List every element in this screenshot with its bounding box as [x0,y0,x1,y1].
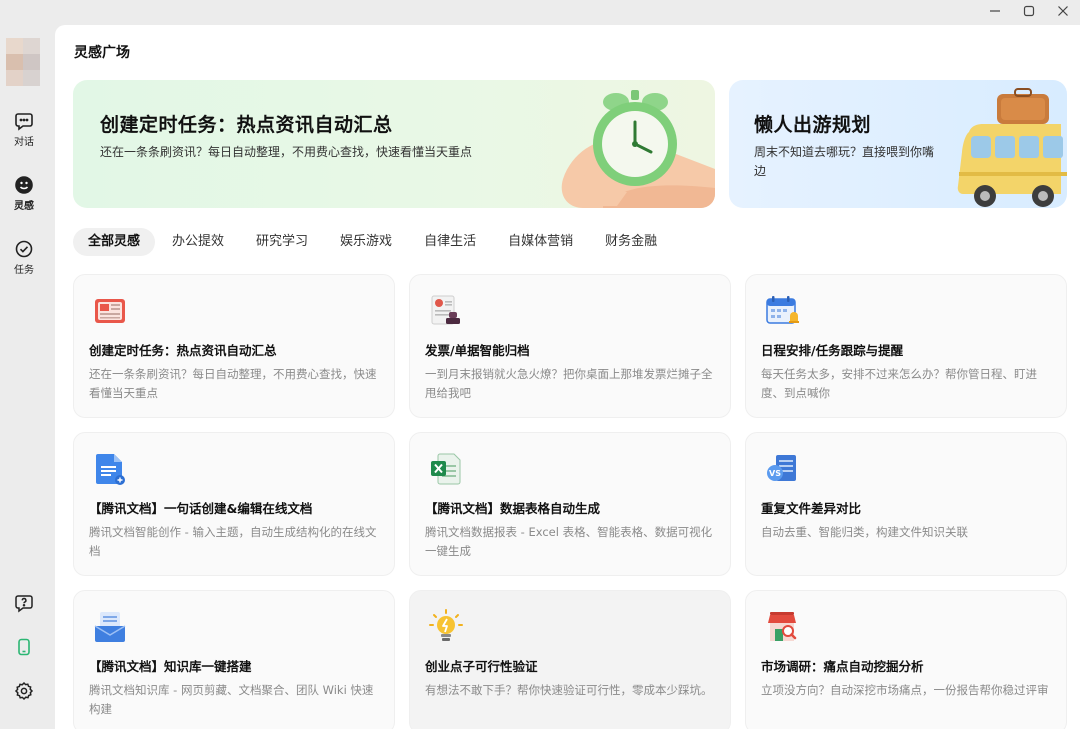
card-desc: 一到月末报销就火急火燎？把你桌面上那堆发票烂摊子全甩给我吧 [425,367,713,400]
alarm-clock-hand-illustration [561,90,715,208]
banner-title: 懒人出游规划 [754,114,872,136]
card-desc: 腾讯文档智能创作 - 输入主题，自动生成结构化的在线文档 [89,525,377,558]
card-title: 创业点子可行性验证 [425,659,538,674]
sidebar-item-label: 对话 [14,137,34,148]
sidebar-item-tasks[interactable]: 任务 [0,239,48,276]
card-knowledge-base[interactable]: 【腾讯文档】知识库一键搭建 腾讯文档知识库 - 网页剪藏、文档聚合、团队 Wik… [73,590,395,729]
card-desc: 腾讯文档知识库 - 网页剪藏、文档聚合、团队 Wiki 快速构建 [89,683,374,716]
card-tencent-docs-create[interactable]: 【腾讯文档】一句话创建&编辑在线文档 腾讯文档智能创作 - 输入主题，自动生成结… [73,432,395,576]
card-title: 【腾讯文档】数据表格自动生成 [425,501,601,516]
close-button[interactable] [1046,0,1080,22]
check-circle-icon [15,240,33,258]
card-invoice-archive[interactable]: 发票/单据智能归档 一到月末报销就火急火燎？把你桌面上那堆发票烂摊子全甩给我吧 [409,274,731,418]
tab-all[interactable]: 全部灵感 [73,228,156,256]
banner-desc: 还在一条条刷资讯？每日自动整理，不用费心查找，快速看懂当天重点 [100,145,473,159]
invoice-stamp-icon [431,295,460,325]
banner-travel-plan[interactable]: 懒人出游规划 周末不知道去哪玩？直接喂到你嘴边 [729,80,1067,208]
document-icon [96,454,125,485]
market-research-icon [768,612,797,641]
tab-media-marketing[interactable]: 自媒体营销 [493,228,588,256]
van-luggage-illustration [957,88,1067,207]
file-compare-icon: VS [767,455,796,481]
sidebar: 对话 灵感 任务 [0,0,55,729]
card-startup-validation[interactable]: 创业点子可行性验证 有想法不敢下手？帮你快速验证可行性，零成本少踩坑。 [409,590,731,729]
lightbulb-icon [429,609,463,641]
minimize-button[interactable] [978,0,1012,22]
tab-finance[interactable]: 财务金融 [590,228,672,256]
minimize-icon [990,10,1000,12]
maximize-button[interactable] [1012,0,1046,22]
card-desc: 腾讯文档数据报表 - Excel 表格、智能表格、数据可视化一键生成 [425,525,713,558]
card-desc: 还在一条条刷资讯？每日自动整理，不用费心查找，快速看懂当天重点 [89,367,377,400]
newspaper-icon [95,299,125,323]
banner-desc: 周末不知道去哪玩？直接喂到你嘴边 [754,145,935,178]
sidebar-item-chat[interactable]: 对话 [0,111,48,148]
avatar[interactable] [6,38,40,86]
page-title: 灵感广场 [74,45,130,61]
gear-icon [14,681,34,701]
help-button[interactable] [12,591,36,615]
category-tabs: 全部灵感 办公提效 研究学习 娱乐游戏 自律生活 自媒体营销 财务金融 [73,228,674,256]
tab-entertainment[interactable]: 娱乐游戏 [325,228,407,256]
card-title: 发票/单据智能归档 [425,343,530,358]
tab-lifestyle[interactable]: 自律生活 [409,228,491,256]
main-panel: 灵感广场 创建定时任务：热点资讯自动汇总 还在一条条刷资讯？每日自动整理，不用费… [55,25,1080,729]
sidebar-item-label: 灵感 [14,201,34,212]
banner-title: 创建定时任务：热点资讯自动汇总 [100,114,393,136]
card-title: 重复文件差异对比 [761,501,862,516]
spreadsheet-icon [431,453,461,485]
sidebar-item-inspiration[interactable]: 灵感 [0,175,48,212]
maximize-icon [1023,5,1035,17]
card-desc: 有想法不敢下手？帮你快速验证可行性，零成本少踩坑。 [425,683,713,697]
phone-button[interactable] [12,635,36,659]
help-icon [15,595,33,613]
close-icon [1058,6,1068,16]
svg-text:VS: VS [769,469,781,478]
card-schedule-reminder[interactable]: 日程安排/任务跟踪与提醒 每天任务太多，安排不过来怎么办？帮你管日程、盯进度、到… [745,274,1067,418]
banner-scheduled-news[interactable]: 创建定时任务：热点资讯自动汇总 还在一条条刷资讯？每日自动整理，不用费心查找，快… [73,80,715,208]
card-title: 市场调研：痛点自动挖掘分析 [761,659,924,674]
tab-research[interactable]: 研究学习 [241,228,323,256]
sidebar-item-label: 任务 [14,265,34,276]
tab-office[interactable]: 办公提效 [157,228,239,256]
card-desc: 立项没方向？自动深挖市场痛点，一份报告帮你稳过评审 [761,683,1049,697]
card-title: 创建定时任务：热点资讯自动汇总 [89,343,277,358]
chat-bubble-icon [15,113,33,131]
card-desc: 每天任务太多，安排不过来怎么办？帮你管日程、盯进度、到点喊你 [761,367,1037,400]
card-title: 【腾讯文档】知识库一键搭建 [89,659,252,674]
smiley-icon [15,176,33,194]
window-controls [978,0,1080,24]
calendar-bell-icon [766,296,799,324]
settings-button[interactable] [12,679,36,703]
phone-icon [18,638,30,656]
card-title: 【腾讯文档】一句话创建&编辑在线文档 [89,501,313,516]
knowledge-base-icon [94,612,126,642]
card-market-research[interactable]: 市场调研：痛点自动挖掘分析 立项没方向？自动深挖市场痛点，一份报告帮你稳过评审 [745,590,1067,729]
card-news-summary[interactable]: 创建定时任务：热点资讯自动汇总 还在一条条刷资讯？每日自动整理，不用费心查找，快… [73,274,395,418]
card-tencent-docs-spreadsheet[interactable]: 【腾讯文档】数据表格自动生成 腾讯文档数据报表 - Excel 表格、智能表格、… [409,432,731,576]
card-title: 日程安排/任务跟踪与提醒 [761,343,904,358]
card-desc: 自动去重、智能归类，构建文件知识关联 [761,525,968,539]
card-file-compare[interactable]: VS 重复文件差异对比 自动去重、智能归类，构建文件知识关联 [745,432,1067,576]
